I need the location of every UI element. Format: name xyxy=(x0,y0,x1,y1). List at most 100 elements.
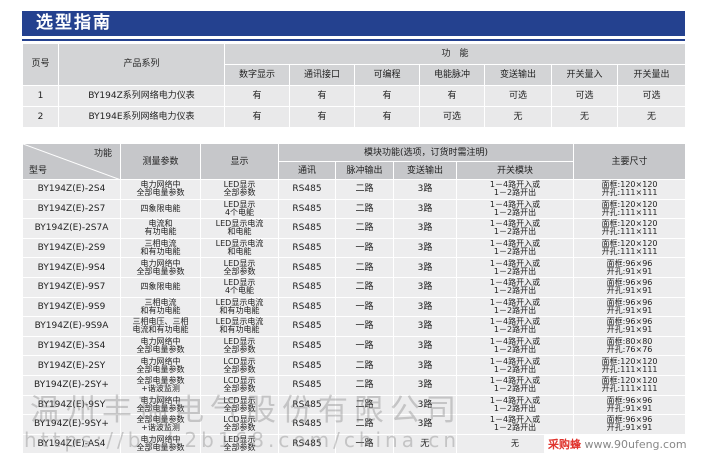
size-cell: 面框:120×120 开孔:111×111 xyxy=(573,237,687,259)
switch-cell-line2: 1－2路开出 xyxy=(493,325,537,335)
row-value: 可选 xyxy=(616,85,687,107)
row-value: 有 xyxy=(224,85,290,107)
source-stamp: 采购蜂 www.90ufeng.com xyxy=(544,434,691,454)
switch-cell-line2: 1－2路开出 xyxy=(493,384,537,394)
size-cell-line2: 开孔:111×111 xyxy=(601,384,658,394)
module-subheader-cell: 脉冲输出 xyxy=(335,161,394,180)
params-cell-line2: 全部电量参数 xyxy=(136,364,185,374)
params-cell-line2: 和有功电能 xyxy=(140,305,181,315)
subheader-cell: 数字显示 xyxy=(224,64,290,86)
display-cell-line2: 和有功电能 xyxy=(219,325,260,335)
display-cell-line2: 和电能 xyxy=(227,227,252,237)
header-size: 主要尺寸 xyxy=(573,143,687,180)
subheader-cell: 电能脉冲 xyxy=(419,64,485,86)
size-cell-line2: 开孔:91×91 xyxy=(606,266,653,276)
size-cell: 面框:120×120 开孔:111×111 xyxy=(573,355,687,376)
comm-cell: RS485 xyxy=(278,296,336,318)
switch-cell: 1－4路开入或 1－2路开出 xyxy=(455,296,575,318)
subheader-cell: 可编程 xyxy=(354,64,420,86)
row-value: 可选 xyxy=(419,106,485,128)
pulse-cell: 二路 xyxy=(335,179,394,200)
table-row: BY194Z(E)-2S4 电力网络中 全部电量参数 LED显示 全部参数 RS485 二路… xyxy=(22,179,687,200)
model-cell: BY194Z(E)-9S7 xyxy=(22,276,121,298)
comm-cell: RS485 xyxy=(278,276,336,298)
size-cell: 面框:120×120 开孔:111×111 xyxy=(573,218,687,239)
switch-cell-line2: 1－2路开出 xyxy=(493,364,537,374)
model-cell: BY194Z(E)-9S4 xyxy=(22,257,121,278)
table-row: 2 BY194E系列网络电力仪表有有有可选无无无 xyxy=(22,106,687,128)
size-cell-line2: 开孔:91×91 xyxy=(606,403,653,413)
trans-cell: 3路 xyxy=(393,237,457,259)
display-cell-line2: 全部参数 xyxy=(223,345,256,355)
size-cell: 面框:96×96 开孔:91×91 xyxy=(573,394,687,416)
pulse-cell: 一路 xyxy=(335,296,394,318)
size-cell: 面框:80×80 开孔:76×76 xyxy=(573,335,687,357)
switch-cell-line2: 1－2路开出 xyxy=(493,266,537,276)
pulse-cell: 二路 xyxy=(335,257,394,278)
row-value: 有 xyxy=(354,106,420,128)
row-series: BY194Z系列网络电力仪表 xyxy=(58,85,225,107)
params-cell: 电力网络中 全部电量参数 xyxy=(120,179,201,200)
switch-cell-line2: 1－2路开出 xyxy=(493,207,537,217)
row-series: BY194E系列网络电力仪表 xyxy=(58,106,225,128)
comm-cell: RS485 xyxy=(278,335,336,357)
switch-cell-line2: 1－2路开出 xyxy=(493,286,537,296)
size-cell: 面框:96×96 开孔:91×91 xyxy=(573,296,687,318)
row-index: 2 xyxy=(22,106,59,128)
table-row: BY194Z(E)-2S9 三相电流 和有功电能 LED显示电流 和电能 RS485 一路 3… xyxy=(22,237,687,259)
switch-cell: 1－4路开入或 1－2路开出 xyxy=(455,198,575,220)
display-cell-line2: 4个电能 xyxy=(224,286,255,296)
params-cell-line2: 电流和有功电能 xyxy=(132,325,189,335)
switch-cell-line2: 1－2路开出 xyxy=(493,403,537,413)
pulse-cell: 二路 xyxy=(335,218,394,239)
comm-cell: RS485 xyxy=(278,257,336,278)
header-series: 产品系列 xyxy=(58,43,225,86)
switch-cell: 1－4路开入或 1－2路开出 xyxy=(455,237,575,259)
model-cell: BY194Z(E)-2S4 xyxy=(22,179,121,200)
params-cell-line2: 有功电能 xyxy=(144,227,177,237)
size-cell-line2: 开孔:91×91 xyxy=(606,286,653,296)
display-cell: LED显示 全部参数 xyxy=(200,335,279,357)
pulse-cell: 二路 xyxy=(335,198,394,220)
model-cell: BY194Z(E)-9S9A xyxy=(22,316,121,337)
table-row: 1 BY194Z系列网络电力仪表有有有有可选 可选 可选 xyxy=(22,85,687,107)
size-cell: 面框:96×96 开孔:91×91 xyxy=(573,257,687,278)
params-cell: 电力网络中 全部电量参数 xyxy=(120,335,201,357)
trans-cell: 3路 xyxy=(393,355,457,376)
params-cell-line2: 和有功电能 xyxy=(140,247,181,257)
switch-cell-line2: 1－2路开出 xyxy=(493,345,537,355)
stamp-brand: 采购蜂 xyxy=(548,438,581,451)
comm-cell: RS485 xyxy=(278,237,336,259)
table-row: BY194Z(E)-9S7 四象限电能 LED显示 4个电能 RS485 二路 3路 1－4路… xyxy=(22,276,687,298)
trans-cell: 3路 xyxy=(393,198,457,220)
switch-cell-line2: 1－2路开出 xyxy=(493,227,537,237)
display-cell: LED显示 全部参数 xyxy=(200,179,279,200)
watermark-company: 温州丰瑞电气股份有限公司 xyxy=(30,393,462,428)
pulse-cell: 二路 xyxy=(335,355,394,376)
size-cell: 面框:96×96 开孔:91×91 xyxy=(573,316,687,337)
size-cell: 面框:120×120 开孔:111×111 xyxy=(573,198,687,220)
row-index: 1 xyxy=(22,85,59,107)
row-value: 有 xyxy=(419,85,485,107)
trans-cell: 3路 xyxy=(393,218,457,239)
trans-cell: 3路 xyxy=(393,296,457,318)
params-cell: 三相电流 和有功电能 xyxy=(120,296,201,318)
size-cell-line2: 开孔:91×91 xyxy=(606,325,653,335)
subheader-cell: 开关量出 xyxy=(616,64,687,86)
header-module: 模块功能(选项，订货时需注明) xyxy=(277,143,575,162)
table-row: BY194Z(E)-2SY 电力网络中 全部电量参数 LCD显示 全部参数 RS485 二路… xyxy=(22,355,687,376)
size-cell-line2: 开孔:111×111 xyxy=(601,207,658,217)
section-banner: 选型指南 xyxy=(22,11,685,36)
switch-cell: 1－4路开入或 1－2路开出 xyxy=(455,218,575,239)
page-title: 选型指南 xyxy=(36,13,112,33)
header-params: 测量参数 xyxy=(120,143,201,180)
trans-cell: 3路 xyxy=(393,316,457,337)
row-value: 有 xyxy=(289,85,355,107)
table-row: BY194Z(E)-9S9A 三相电压、三相 电流和有功电能 LED显示电流 和有功电能… xyxy=(22,316,687,337)
row-value: 无 xyxy=(551,106,618,128)
module-subheader-cell: 变送输出 xyxy=(393,161,457,180)
model-cell: BY194Z(E)-2SY xyxy=(22,355,121,376)
display-cell-line2: 和有功电能 xyxy=(219,305,260,315)
table-row: BY194Z(E)-2S7A 电流和 有功电能 LED显示电流 和电能 RS485 二路 3路… xyxy=(22,218,687,239)
table-row: BY194Z(E)-9S4 电力网络中 全部电量参数 LED显示 全部参数 RS485 二路… xyxy=(22,257,687,278)
